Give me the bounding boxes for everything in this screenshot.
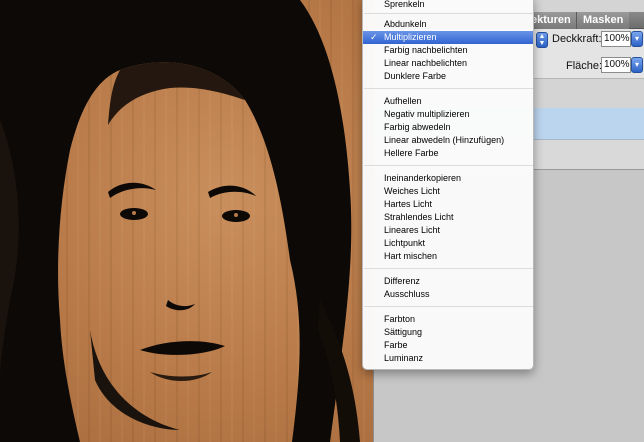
fill-label: Fläche: bbox=[566, 60, 603, 72]
opacity-field[interactable]: 100% bbox=[601, 31, 631, 47]
menu-item-label: Multiplizieren bbox=[384, 32, 437, 42]
menu-item-hart-mischen[interactable]: Hart mischen bbox=[363, 250, 533, 263]
menu-item-multiplizieren[interactable]: ✓ Multiplizieren bbox=[363, 31, 533, 44]
menu-item-differenz[interactable]: Differenz bbox=[363, 275, 533, 288]
menu-item-dunklere-farbe[interactable]: Dunklere Farbe bbox=[363, 70, 533, 83]
menu-item-lichtpunkt[interactable]: Lichtpunkt bbox=[363, 237, 533, 250]
opacity-label: Deckkraft: bbox=[552, 33, 602, 45]
opacity-dropdown-icon[interactable]: ▾ bbox=[631, 31, 643, 47]
menu-separator bbox=[364, 13, 533, 14]
document-canvas[interactable] bbox=[0, 0, 373, 442]
menu-item-farbton[interactable]: Farbton bbox=[363, 313, 533, 326]
menu-item-strahlendes-licht[interactable]: Strahlendes Licht bbox=[363, 211, 533, 224]
menu-item-ausschluss[interactable]: Ausschluss bbox=[363, 288, 533, 301]
menu-item-farbe[interactable]: Farbe bbox=[363, 339, 533, 352]
menu-item-aufhellen[interactable]: Aufhellen bbox=[363, 95, 533, 108]
menu-item-linear-nachbelichten[interactable]: Linear nachbelichten bbox=[363, 57, 533, 70]
portrait-artwork bbox=[0, 0, 360, 442]
menu-separator bbox=[364, 268, 533, 269]
checkmark-icon: ✓ bbox=[370, 32, 378, 42]
menu-item-saettigung[interactable]: Sättigung bbox=[363, 326, 533, 339]
menu-separator bbox=[364, 88, 533, 89]
menu-item-farbig-abwedeln[interactable]: Farbig abwedeln bbox=[363, 121, 533, 134]
fill-field[interactable]: 100% bbox=[601, 57, 631, 73]
menu-item-luminanz[interactable]: Luminanz bbox=[363, 352, 533, 365]
menu-item-hartes-licht[interactable]: Hartes Licht bbox=[363, 198, 533, 211]
menu-item-abdunkeln[interactable]: Abdunkeln bbox=[363, 18, 533, 31]
menu-separator bbox=[364, 165, 533, 166]
menu-item-negativ-multiplizieren[interactable]: Negativ multiplizieren bbox=[363, 108, 533, 121]
menu-item-weiches-licht[interactable]: Weiches Licht bbox=[363, 185, 533, 198]
menu-item-sprenkeln[interactable]: Sprenkeln bbox=[363, 0, 533, 9]
tab-masks[interactable]: Masken bbox=[576, 12, 630, 29]
blend-mode-stepper-icon[interactable]: ▲ ▼ bbox=[536, 32, 548, 48]
menu-item-farbig-nachbelichten[interactable]: Farbig nachbelichten bbox=[363, 44, 533, 57]
menu-item-linear-abwedeln[interactable]: Linear abwedeln (Hinzufügen) bbox=[363, 134, 533, 147]
menu-item-lineares-licht[interactable]: Lineares Licht bbox=[363, 224, 533, 237]
blend-mode-menu: Sprenkeln Abdunkeln ✓ Multiplizieren Far… bbox=[362, 0, 534, 370]
fill-dropdown-icon[interactable]: ▾ bbox=[631, 57, 643, 73]
menu-item-hellere-farbe[interactable]: Hellere Farbe bbox=[363, 147, 533, 160]
menu-separator bbox=[364, 306, 533, 307]
menu-item-ineinanderkopieren[interactable]: Ineinanderkopieren bbox=[363, 172, 533, 185]
